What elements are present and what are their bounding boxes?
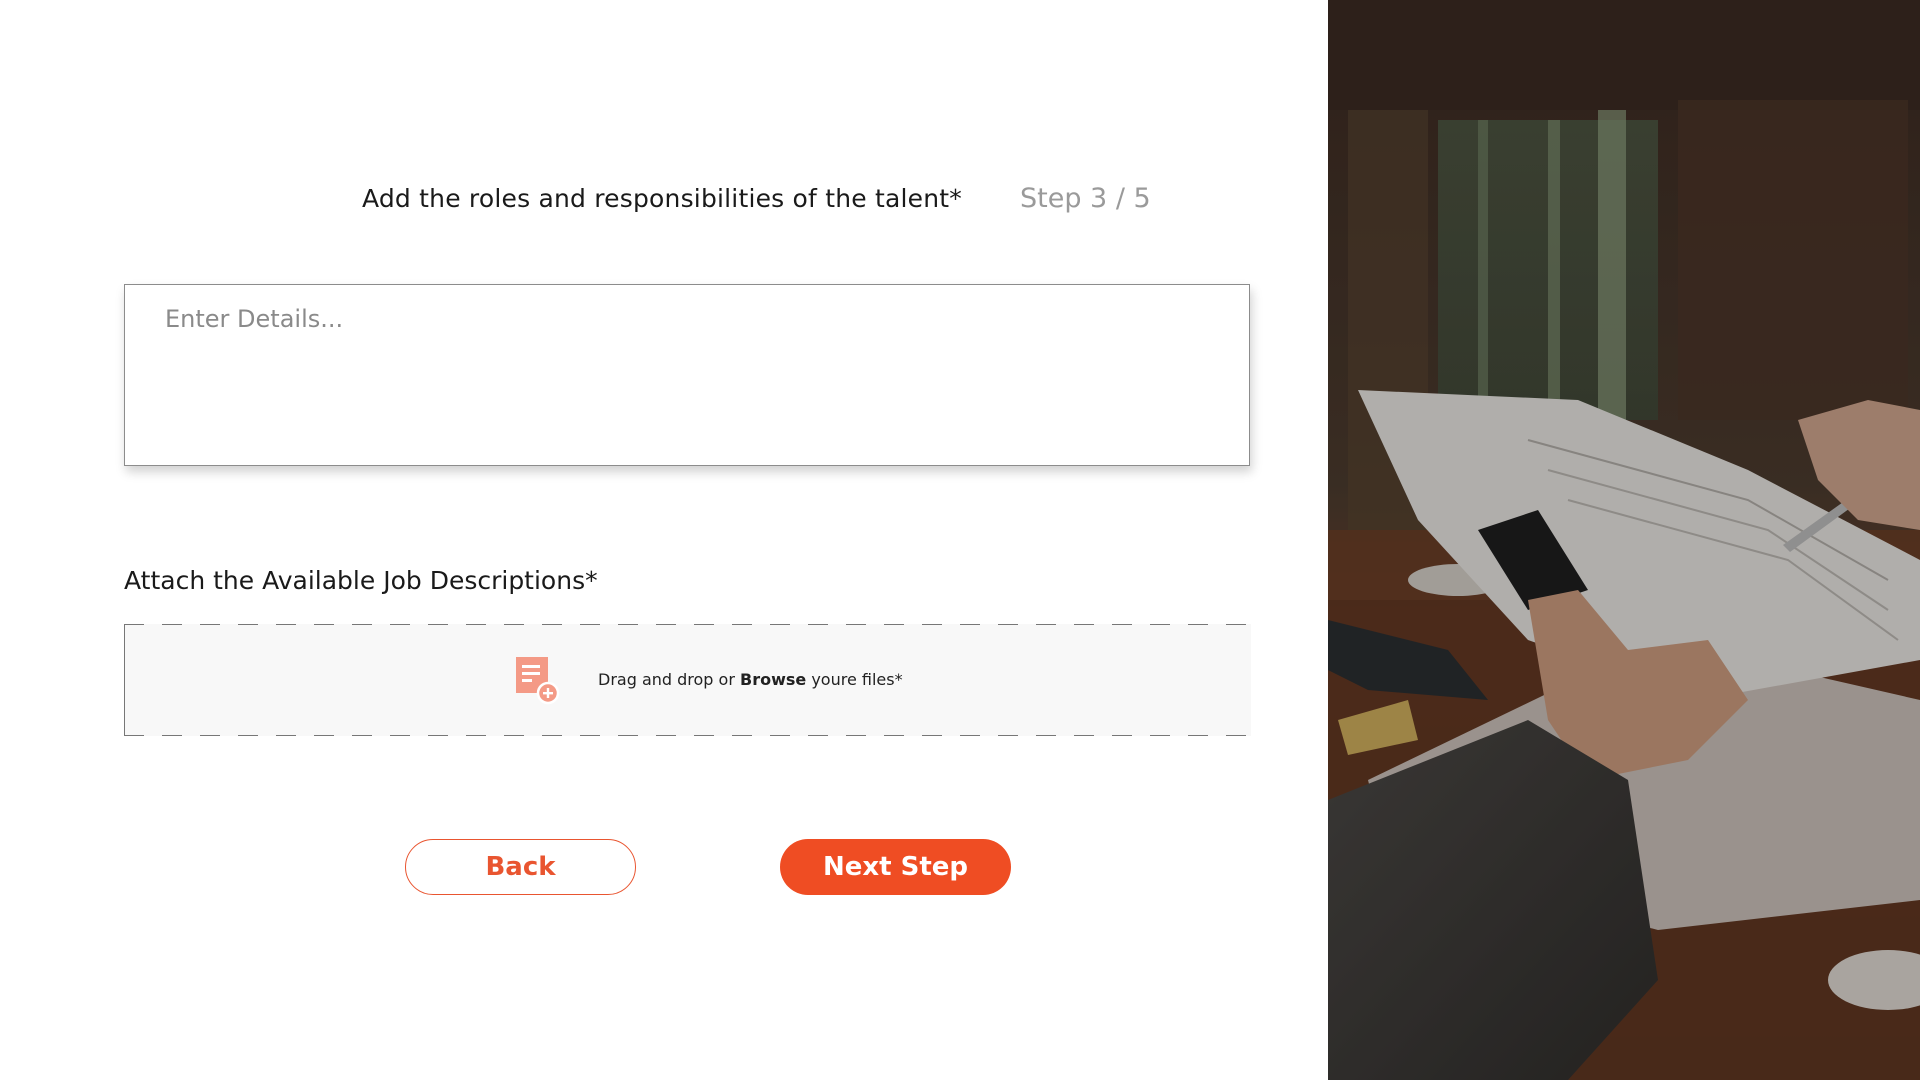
- browse-link[interactable]: Browse: [740, 670, 806, 689]
- question-title: Add the roles and responsibilities of th…: [362, 184, 962, 213]
- back-button[interactable]: Back: [405, 839, 636, 895]
- drop-text-suffix: youre files*: [806, 670, 903, 689]
- form-panel: Add the roles and responsibilities of th…: [0, 0, 1328, 1080]
- drop-text-prefix: Drag and drop or: [598, 670, 740, 689]
- document-handover-photo: [1328, 0, 1920, 1080]
- details-textarea[interactable]: [124, 284, 1250, 466]
- next-step-button[interactable]: Next Step: [780, 839, 1011, 895]
- drop-instructions: Drag and drop or Browse youre files*: [598, 670, 903, 689]
- file-add-icon[interactable]: [514, 655, 560, 707]
- step-indicator: Step 3 / 5: [1020, 183, 1151, 214]
- page: Add the roles and responsibilities of th…: [0, 0, 1920, 1080]
- hero-photo: [1328, 0, 1920, 1080]
- attach-label: Attach the Available Job Descriptions*: [124, 566, 598, 595]
